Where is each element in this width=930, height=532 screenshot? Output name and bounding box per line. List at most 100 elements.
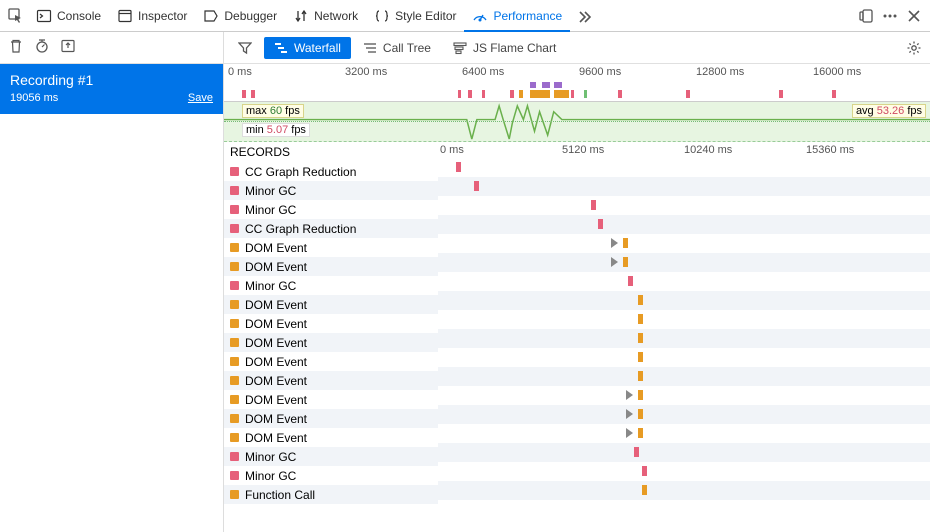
record-bar[interactable] <box>638 333 643 343</box>
record-bar[interactable] <box>628 276 633 286</box>
record-bar-row[interactable] <box>438 329 930 348</box>
record-bar[interactable] <box>642 466 647 476</box>
record-bar[interactable] <box>638 295 643 305</box>
record-bar[interactable] <box>474 181 479 191</box>
recording-item[interactable]: Recording #1 19056 ms Save <box>0 64 223 114</box>
record-type-dot <box>230 224 239 233</box>
record-type-dot <box>230 490 239 499</box>
record-bar[interactable] <box>638 428 643 438</box>
fps-graph[interactable]: max 60 fps min 5.07 fps avg 53.26 fps <box>224 102 930 142</box>
calltree-view-button[interactable]: Call Tree <box>353 37 441 59</box>
close-button[interactable] <box>902 4 926 28</box>
record-bar-row[interactable] <box>438 462 930 481</box>
record-label-row[interactable]: Minor GC <box>224 276 438 295</box>
record-bar-row[interactable] <box>438 386 930 405</box>
record-bar-row[interactable] <box>438 234 930 253</box>
record-label-row[interactable]: DOM Event <box>224 390 438 409</box>
record-label-row[interactable]: DOM Event <box>224 333 438 352</box>
record-label-row[interactable]: DOM Event <box>224 409 438 428</box>
record-label-row[interactable]: CC Graph Reduction <box>224 162 438 181</box>
record-type-dot <box>230 338 239 347</box>
record-bar-row[interactable] <box>438 424 930 443</box>
expand-triangle-icon[interactable] <box>626 409 633 419</box>
record-label-row[interactable]: DOM Event <box>224 257 438 276</box>
record-bar[interactable] <box>638 409 643 419</box>
tab-inspector[interactable]: Inspector <box>109 0 195 31</box>
record-bar[interactable] <box>638 352 643 362</box>
dock-side-button[interactable] <box>854 4 878 28</box>
record-bar[interactable] <box>623 257 628 267</box>
record-label-row[interactable]: DOM Event <box>224 428 438 447</box>
record-label-row[interactable]: DOM Event <box>224 314 438 333</box>
record-label-row[interactable]: Minor GC <box>224 466 438 485</box>
record-bar[interactable] <box>642 485 647 495</box>
record-bar-row[interactable] <box>438 310 930 329</box>
record-bar-row[interactable] <box>438 196 930 215</box>
record-label-row[interactable]: Function Call <box>224 485 438 504</box>
record-label-row[interactable]: DOM Event <box>224 295 438 314</box>
record-label: DOM Event <box>245 336 307 350</box>
record-label: Minor GC <box>245 469 296 483</box>
record-label-row[interactable]: CC Graph Reduction <box>224 219 438 238</box>
expand-triangle-icon[interactable] <box>611 257 618 267</box>
tick-label: 0 ms <box>228 66 345 78</box>
expand-triangle-icon[interactable] <box>626 428 633 438</box>
record-bar-row[interactable] <box>438 348 930 367</box>
record-bar[interactable] <box>456 162 461 172</box>
pick-element-button[interactable] <box>4 4 28 28</box>
record-bar-row[interactable] <box>438 291 930 310</box>
settings-button[interactable] <box>902 36 926 60</box>
record-bar-row[interactable] <box>438 367 930 386</box>
record-bar[interactable] <box>634 447 639 457</box>
record-label-row[interactable]: Minor GC <box>224 447 438 466</box>
waterfall-view-button[interactable]: Waterfall <box>264 37 351 59</box>
record-bar[interactable] <box>623 238 628 248</box>
tab-performance[interactable]: Performance <box>464 0 570 31</box>
record-bar-row[interactable] <box>438 177 930 196</box>
record-bar-row[interactable] <box>438 405 930 424</box>
record-type-dot <box>230 300 239 309</box>
record-bar[interactable] <box>638 314 643 324</box>
record-label-row[interactable]: DOM Event <box>224 238 438 257</box>
flamechart-view-button[interactable]: JS Flame Chart <box>443 37 566 59</box>
overflow-tabs-button[interactable] <box>570 4 600 28</box>
record-bar-row[interactable] <box>438 215 930 234</box>
record-bar[interactable] <box>638 390 643 400</box>
import-button[interactable] <box>60 38 76 57</box>
record-bar-row[interactable] <box>438 158 930 177</box>
record-label-row[interactable]: DOM Event <box>224 371 438 390</box>
record-label: Minor GC <box>245 203 296 217</box>
record-label: Minor GC <box>245 450 296 464</box>
record-bar-row[interactable] <box>438 443 930 462</box>
tab-network[interactable]: Network <box>285 0 366 31</box>
kebab-menu-button[interactable] <box>878 4 902 28</box>
record-bar-row[interactable] <box>438 481 930 500</box>
recording-save-link[interactable]: Save <box>188 92 213 104</box>
tab-debugger[interactable]: Debugger <box>195 0 285 31</box>
record-bar[interactable] <box>638 371 643 381</box>
expand-triangle-icon[interactable] <box>626 390 633 400</box>
filter-button[interactable] <box>228 37 262 59</box>
record-label-row[interactable]: Minor GC <box>224 181 438 200</box>
record-bar-row[interactable] <box>438 253 930 272</box>
record-type-dot <box>230 471 239 480</box>
tick-label: 15360 ms <box>806 144 928 156</box>
record-label-row[interactable]: Minor GC <box>224 200 438 219</box>
recording-duration: 19056 ms <box>10 92 58 104</box>
record-label-row[interactable]: DOM Event <box>224 352 438 371</box>
record-button[interactable] <box>34 38 50 57</box>
overview-timeline[interactable]: 0 ms 3200 ms 6400 ms 9600 ms 12800 ms 16… <box>224 64 930 102</box>
record-type-dot <box>230 186 239 195</box>
record-bar[interactable] <box>598 219 603 229</box>
record-bar-row[interactable] <box>438 272 930 291</box>
records-header: RECORDS <box>224 142 438 162</box>
records-grid[interactable]: 0 ms 5120 ms 10240 ms 15360 ms <box>438 142 930 532</box>
record-bar[interactable] <box>591 200 596 210</box>
record-type-dot <box>230 376 239 385</box>
tab-style-editor[interactable]: Style Editor <box>366 0 464 31</box>
record-type-dot <box>230 319 239 328</box>
expand-triangle-icon[interactable] <box>611 238 618 248</box>
tab-console[interactable]: Console <box>28 0 109 31</box>
clear-button[interactable] <box>8 38 24 57</box>
overview-marks <box>224 82 930 98</box>
